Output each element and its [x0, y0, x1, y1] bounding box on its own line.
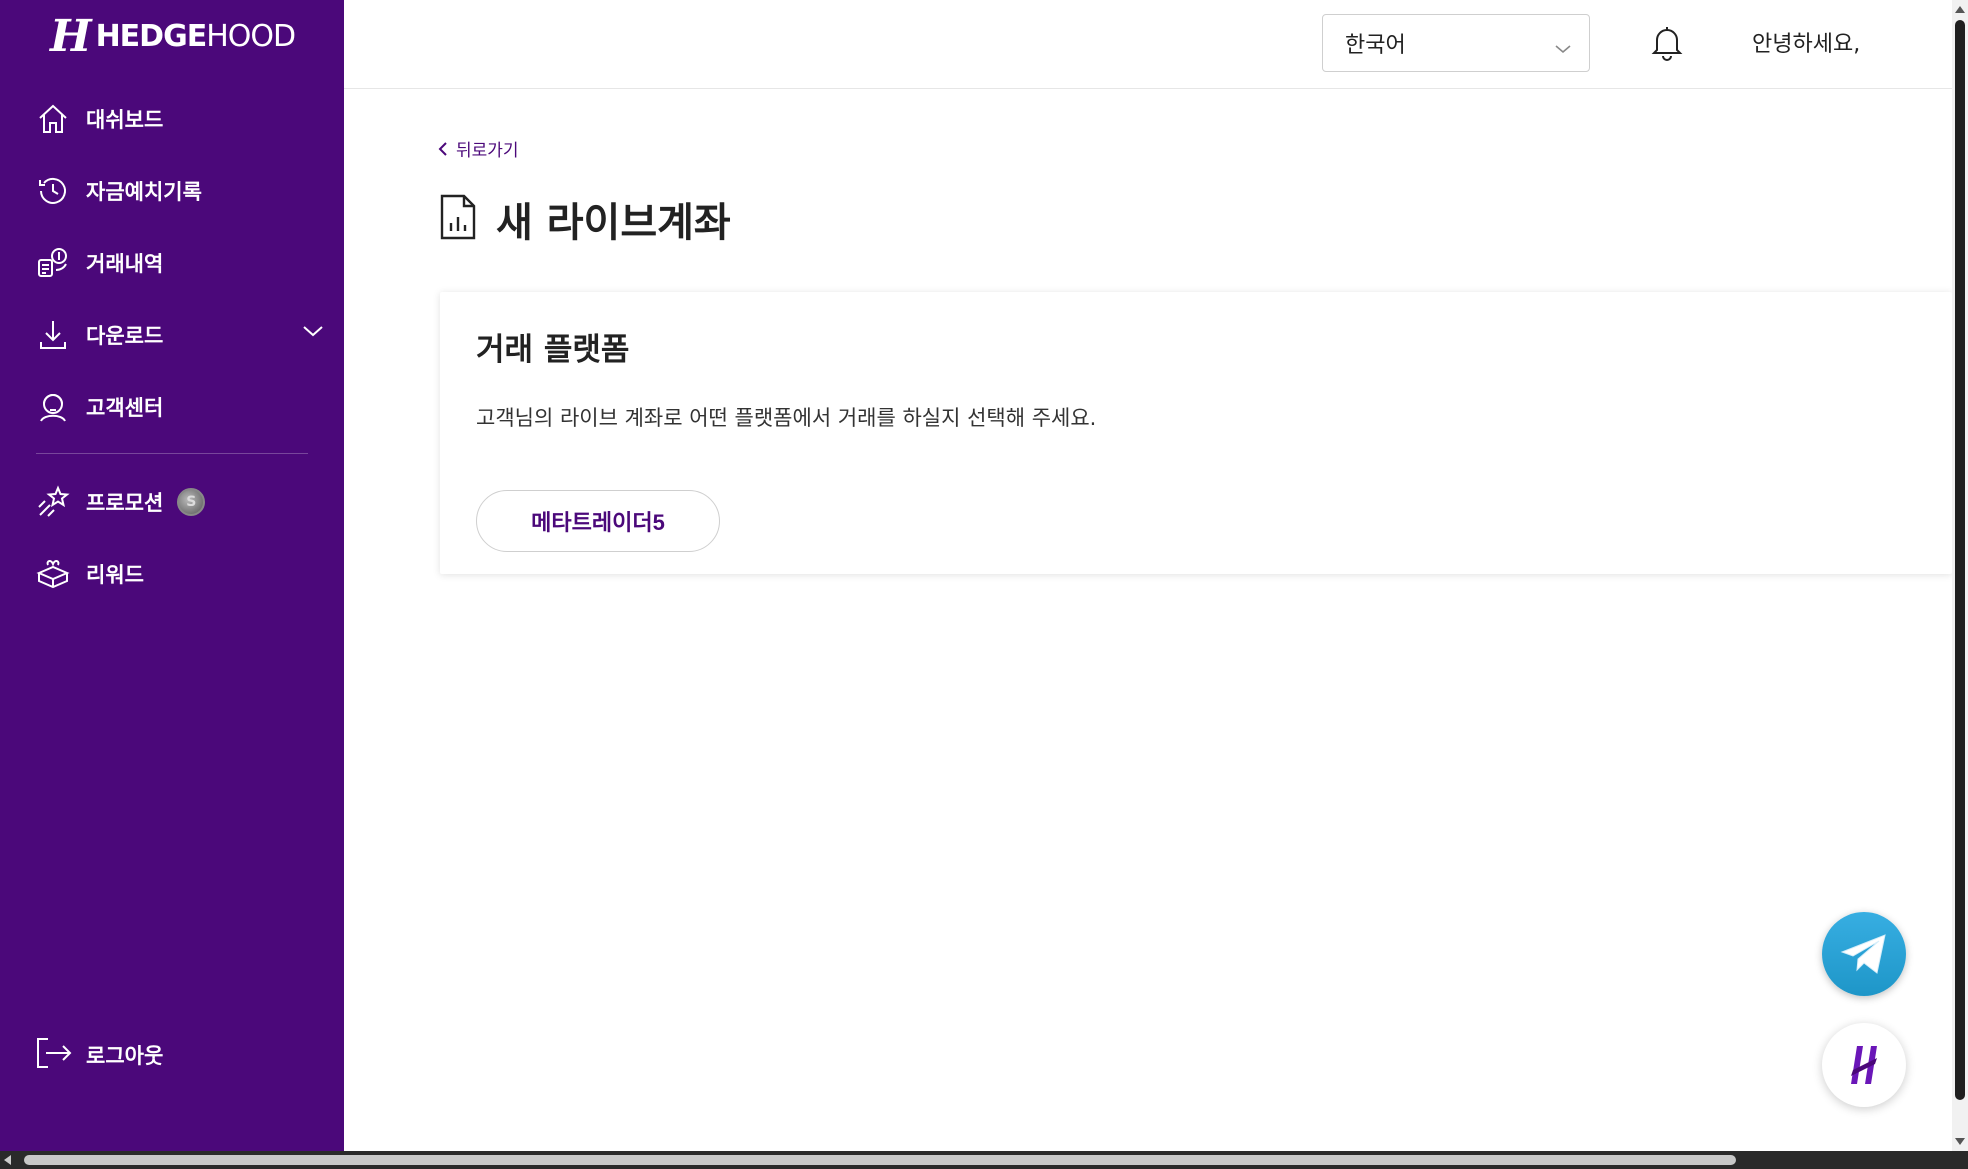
chevron-left-icon	[438, 141, 447, 156]
stars-icon	[36, 485, 70, 519]
sidebar-item-download[interactable]: 다운로드	[0, 299, 344, 371]
sidebar-item-support[interactable]: 고객센터	[0, 371, 344, 443]
logo-mark: H	[50, 10, 92, 62]
back-link[interactable]: 뒤로가기	[438, 136, 519, 161]
transactions-icon	[36, 246, 70, 280]
scroll-down-icon[interactable]	[1955, 1138, 1965, 1145]
sidebar-item-label: 다운로드	[86, 324, 164, 348]
sidebar-item-transactions[interactable]: 거래내역	[0, 227, 344, 299]
hedgehood-logo[interactable]: H HEDGEHOOD	[50, 10, 297, 62]
download-icon	[36, 318, 70, 352]
sidebar: H HEDGEHOOD 대쉬보드 자금예치기록 거래내역 다운로드 고객센터 프…	[0, 0, 344, 1151]
sidebar-item-deposit-history[interactable]: 자금예치기록	[0, 155, 344, 227]
support-icon	[36, 390, 70, 424]
trading-platform-card: 거래 플랫폼 고객님의 라이브 계좌로 어떤 플랫폼에서 거래를 하실지 선택해…	[440, 292, 1952, 574]
vertical-scrollbar[interactable]	[1952, 0, 1968, 1151]
sidebar-item-label: 리워드	[86, 563, 144, 587]
gift-box-icon	[36, 557, 70, 591]
sidebar-nav: 대쉬보드 자금예치기록 거래내역 다운로드 고객센터 프로모션 S 리워드	[0, 83, 344, 610]
logo-word-light: HOOD	[206, 18, 296, 54]
telegram-icon	[1840, 934, 1886, 974]
metatrader5-button[interactable]: 메타트레이더5	[476, 490, 720, 552]
scroll-left-icon[interactable]	[4, 1155, 11, 1165]
hedgehood-chat-button[interactable]	[1822, 1023, 1906, 1107]
sidebar-item-label: 고객센터	[86, 396, 164, 420]
sidebar-item-label: 대쉬보드	[86, 108, 164, 132]
horizontal-scrollbar[interactable]	[0, 1151, 1968, 1169]
logo-word-bold: HEDGE	[95, 18, 208, 54]
card-description: 고객님의 라이브 계좌로 어떤 플랫폼에서 거래를 하실지 선택해 주세요.	[476, 406, 1097, 430]
telegram-button[interactable]	[1822, 912, 1906, 996]
hedgehood-logo-icon	[1851, 1046, 1877, 1084]
sidebar-item-label: 자금예치기록	[86, 180, 202, 204]
top-header: 한국어 안녕하세요,	[344, 0, 1952, 89]
horizontal-scroll-thumb[interactable]	[24, 1155, 1736, 1165]
page-title-text: 새 라이브계좌	[496, 200, 731, 246]
notification-bell-icon[interactable]	[1650, 24, 1684, 66]
language-select[interactable]: 한국어	[1322, 14, 1590, 72]
history-icon	[36, 174, 70, 208]
coin-icon: S	[177, 488, 206, 516]
page-title: 새 라이브계좌	[438, 190, 731, 248]
document-chart-icon	[438, 193, 478, 245]
sidebar-item-label: 거래내역	[86, 252, 164, 276]
language-value: 한국어	[1345, 33, 1406, 58]
logo-word: HEDGEHOOD	[95, 18, 297, 54]
chevron-down-icon	[1555, 35, 1571, 60]
logout-label: 로그아웃	[86, 1044, 164, 1068]
scroll-up-icon[interactable]	[1955, 6, 1965, 13]
back-label: 뒤로가기	[456, 141, 519, 161]
sidebar-item-reward[interactable]: 리워드	[0, 538, 344, 610]
vertical-scroll-thumb[interactable]	[1955, 20, 1965, 1100]
logout-button[interactable]: 로그아웃	[34, 1036, 163, 1074]
home-icon	[36, 102, 70, 136]
sidebar-item-label: 프로모션	[86, 491, 164, 515]
card-title: 거래 플랫폼	[476, 332, 630, 368]
sidebar-item-promotion[interactable]: 프로모션 S	[0, 466, 344, 538]
user-greeting: 안녕하세요,	[1752, 32, 1861, 57]
logout-icon	[34, 1036, 74, 1074]
sidebar-divider	[36, 453, 308, 454]
chevron-down-icon[interactable]	[302, 323, 324, 342]
sidebar-item-dashboard[interactable]: 대쉬보드	[0, 83, 344, 155]
